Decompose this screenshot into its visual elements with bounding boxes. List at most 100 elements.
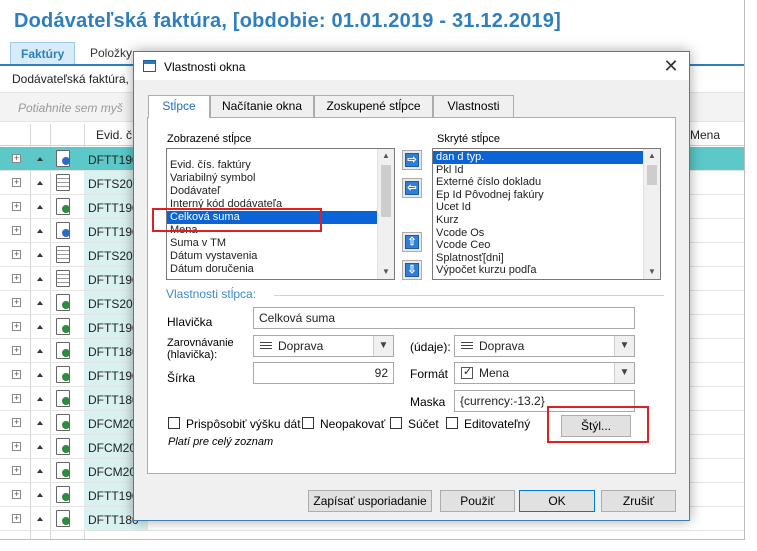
document-icon [56,438,70,455]
column-header-currency[interactable]: Mena [690,128,720,142]
close-icon[interactable]: ✕ [659,55,683,77]
scroll-up-icon[interactable]: ▲ [378,149,394,163]
hidden-list-scrollbar[interactable]: ▲ ▼ [643,149,660,279]
list-item[interactable]: Evid. čís. faktúry [170,159,251,172]
window-properties-dialog: Vlastnosti okna ✕ Stĺpce Načítanie okna … [133,51,690,521]
tab-vlastnosti[interactable]: Vlastnosti [433,95,514,117]
move-down-button[interactable]: ⇩ [402,260,422,280]
sum-checkbox[interactable] [390,417,402,429]
list-item[interactable]: Dodávateľ [170,185,220,198]
list-item[interactable]: Ep Id Pôvodnej fakúry [436,189,544,202]
row-id: DFTS201 [88,249,140,263]
format-select[interactable]: Mena ▼ [454,362,635,384]
column-header-id[interactable]: Evid. čí [96,128,135,142]
ok-button[interactable]: OK [519,490,595,512]
document-icon [56,462,70,479]
no-repeat-checkbox[interactable] [302,417,314,429]
move-left-button[interactable]: ⇦ [402,178,422,198]
scroll-down-icon[interactable]: ▼ [644,265,660,279]
cancel-button[interactable]: Zrušiť [601,490,676,512]
shown-list-scrollbar[interactable]: ▲ ▼ [377,149,394,279]
list-item[interactable]: Vcode Ceo [436,239,490,252]
row-marker-icon [37,301,43,305]
list-item[interactable]: dan d typ. [433,151,643,164]
arrow-right-icon: ⇨ [405,153,419,167]
scroll-thumb[interactable] [647,165,657,185]
row-marker-icon [37,469,43,473]
arrow-left-icon: ⇦ [405,181,419,195]
expand-icon[interactable]: + [12,394,21,403]
highlight-style-button [547,406,649,443]
row-marker-icon [37,421,43,425]
expand-icon[interactable]: + [12,418,21,427]
scroll-up-icon[interactable]: ▲ [644,149,660,163]
scroll-down-icon[interactable]: ▼ [378,265,394,279]
tab-faktury[interactable]: Faktúry [10,42,76,64]
list-item[interactable]: Kurz [436,214,459,227]
fit-height-checkbox[interactable] [168,417,180,429]
align-data-label: (údaje): [410,340,451,354]
chevron-down-icon[interactable]: ▼ [614,336,634,356]
shown-columns-label: Zobrazené stĺpce [167,133,252,145]
move-up-button[interactable]: ⇧ [402,232,422,252]
align-header-select[interactable]: Doprava ▼ [253,335,394,357]
width-field[interactable]: 92 [253,362,394,384]
tab-zoskupene-stlpce[interactable]: Zoskupené stĺpce [314,95,433,117]
column-properties-title: Vlastnosti stĺpca: [166,287,257,301]
expand-icon[interactable]: + [12,226,21,235]
expand-icon[interactable]: + [12,514,21,523]
apply-button[interactable]: Použiť [440,490,515,512]
move-right-button[interactable]: ⇨ [402,150,422,170]
expand-icon[interactable]: + [12,466,21,475]
expand-icon[interactable]: + [12,178,21,187]
expand-icon[interactable]: + [12,250,21,259]
arrow-down-icon: ⇩ [405,263,419,277]
expand-icon[interactable]: + [12,322,21,331]
tab-stlpce[interactable]: Stĺpce [148,95,210,118]
page-title: Dodávateľská faktúra, [obdobie: 01.01.20… [14,10,561,32]
mask-label: Maska [410,395,446,409]
expand-icon[interactable]: + [12,202,21,211]
sum-label: Súčet [408,417,439,431]
chevron-down-icon[interactable]: ▼ [373,336,393,356]
expand-icon[interactable]: + [12,274,21,283]
window-icon [143,60,156,72]
list-item[interactable]: Externé číslo dokladu [436,176,541,189]
header-field[interactable]: Celková suma [253,307,635,329]
row-id: DFTT190 [88,321,139,335]
list-item[interactable]: Dátum vystavenia [170,250,257,263]
row-marker-icon [37,277,43,281]
list-item[interactable]: Variabilný symbol [170,172,255,185]
scope-note: Platí pre celý zoznam [168,436,274,448]
align-data-select[interactable]: Doprava ▼ [454,335,635,357]
document-icon [56,174,70,191]
document-icon [56,246,70,263]
list-item[interactable]: Výpočet kurzu podľa [436,264,536,277]
list-item[interactable]: Ucet Id [436,201,471,214]
expand-icon[interactable]: + [12,154,21,163]
section-divider [274,295,664,296]
align-header-label: Zarovnávanie (hlavička): [167,337,234,361]
editable-checkbox[interactable] [446,417,458,429]
list-item[interactable]: Vcode Os [436,227,484,240]
hidden-columns-list[interactable]: dan d typ. Pkl Id Externé číslo dokladu Ep … [432,148,661,280]
scroll-thumb[interactable] [381,165,391,217]
expand-icon[interactable]: + [12,442,21,451]
expand-icon[interactable]: + [12,490,21,499]
dialog-titlebar[interactable]: Vlastnosti okna ✕ [134,52,689,80]
expand-icon[interactable]: + [12,346,21,355]
row-id: DFTT190 [88,489,139,503]
save-layout-button[interactable]: Zapísať usporiadanie [308,490,432,512]
list-item[interactable]: Dátum doručenia [170,263,254,276]
row-marker-icon [37,205,43,209]
format-value: Mena [479,366,510,380]
width-label: Šírka [167,371,196,385]
list-item[interactable]: Pkl Id [436,164,464,177]
expand-icon[interactable]: + [12,298,21,307]
expand-icon[interactable]: + [12,370,21,379]
list-item[interactable]: Splatnosť[dni] [436,252,504,265]
chevron-down-icon[interactable]: ▼ [614,363,634,383]
tab-nacitanie-okna[interactable]: Načítanie okna [210,95,314,117]
row-marker-icon [37,253,43,257]
list-item[interactable]: Suma v TM [170,237,226,250]
